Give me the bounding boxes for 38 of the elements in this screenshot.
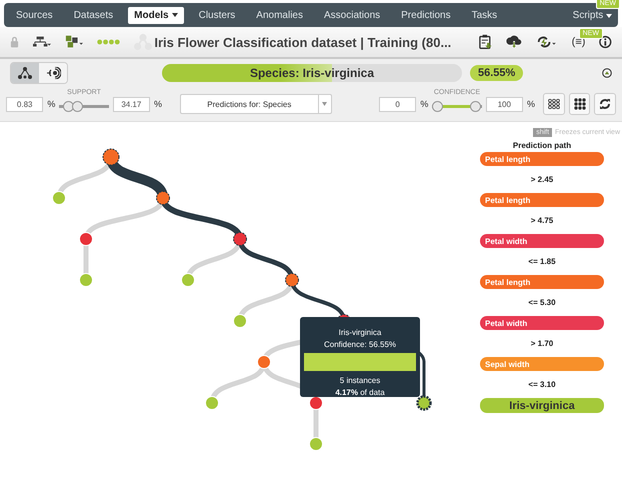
field-pill: Petal length	[480, 152, 604, 166]
tooltip-share: 4.17% of data	[335, 388, 385, 397]
unit-label: %	[154, 99, 162, 109]
split-condition: <= 1.85	[528, 256, 556, 268]
field-pill: Petal width	[480, 316, 604, 330]
nav-tab[interactable]: Clusters	[192, 6, 242, 24]
unit-label: %	[420, 99, 428, 109]
unit-label: %	[526, 99, 535, 109]
nav-tab[interactable]: Predictions	[395, 6, 457, 24]
split-condition: > 4.75	[530, 215, 554, 227]
field-pill: Petal width	[480, 234, 604, 248]
tooltip-instances: 5 instances	[340, 376, 380, 385]
max-field[interactable]: 100	[486, 96, 523, 112]
tooltip-class: Iris-virginica	[338, 328, 382, 337]
nav-tab[interactable]: Datasets	[68, 6, 120, 24]
split-condition: <= 3.10	[528, 379, 556, 391]
model-title: Iris Flower Classification dataset | Training (80...	[154, 34, 452, 50]
target-dropdown[interactable]: Predictions for: Species	[180, 94, 332, 114]
scripts-menu[interactable]: Scripts	[572, 10, 612, 20]
panel-title: Prediction path	[512, 141, 572, 150]
tooltip-confidence: Confidence: 56.55%	[324, 340, 396, 349]
split-condition: > 2.45	[530, 174, 554, 186]
min-field[interactable]: 0.83	[6, 96, 44, 112]
unit-label: %	[47, 99, 56, 109]
field-pill: Petal length	[480, 275, 604, 289]
field-pill: Sepal width	[480, 357, 604, 371]
nav-tab[interactable]: Tasks	[466, 6, 504, 24]
result-pill: Iris-virginica	[480, 398, 604, 413]
nav-tab[interactable]: Associations	[318, 6, 386, 24]
nav-tab[interactable]: Models	[128, 6, 184, 24]
split-condition: > 1.70	[530, 338, 554, 350]
max-field[interactable]: 34.17	[112, 96, 150, 112]
nav-tab[interactable]: Sources	[10, 6, 59, 24]
nav-tab[interactable]: Anomalies	[250, 6, 309, 24]
min-field[interactable]: 0	[378, 96, 416, 112]
split-condition: <= 5.30	[528, 297, 556, 309]
confidence-badge: 56.55%	[470, 65, 524, 81]
field-pill: Petal length	[480, 193, 604, 207]
